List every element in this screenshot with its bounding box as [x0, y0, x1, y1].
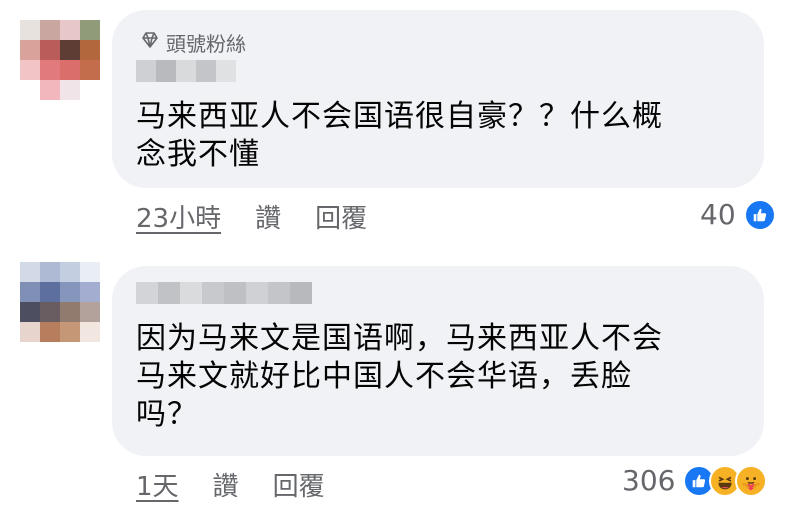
- blurred-author-name[interactable]: [136, 282, 312, 304]
- comment-actions: 1天 讚 回覆: [136, 466, 325, 503]
- like-button[interactable]: 讚: [213, 466, 239, 503]
- like-button[interactable]: 讚: [255, 198, 281, 235]
- comment-actions: 23小時 讚 回覆: [136, 198, 367, 235]
- care-icon: [735, 464, 768, 497]
- comment-bubble: 頭號粉絲 马来西亚人不会国语很自豪？？什么概 念我不懂: [112, 10, 764, 188]
- badge-label: 頭號粉絲: [166, 32, 246, 56]
- reply-button[interactable]: 回覆: [315, 198, 367, 235]
- timestamp-link[interactable]: 23小時: [136, 198, 221, 235]
- blurred-author-name[interactable]: [136, 60, 236, 82]
- reply-button[interactable]: 回覆: [273, 466, 325, 503]
- reaction-count: 40: [700, 198, 736, 231]
- reaction-count: 306: [622, 464, 676, 497]
- like-icon: [743, 198, 776, 231]
- reaction-summary[interactable]: 306: [622, 464, 768, 497]
- avatar[interactable]: [20, 20, 100, 100]
- comment-bubble: 因为马来文是国语啊，马来西亚人不会 马来文就好比中国人不会华语，丢脸 吗？: [112, 266, 764, 456]
- avatar[interactable]: [20, 262, 100, 342]
- comment-text: 因为马来文是国语啊，马来西亚人不会 马来文就好比中国人不会华语，丢脸 吗？: [136, 321, 663, 432]
- reaction-summary[interactable]: 40: [700, 198, 776, 231]
- timestamp-link[interactable]: 1天: [136, 466, 179, 503]
- diamond-icon: [140, 30, 160, 55]
- top-fan-badge: 頭號粉絲: [140, 28, 246, 57]
- comment-text: 马来西亚人不会国语很自豪？？什么概 念我不懂: [136, 99, 663, 172]
